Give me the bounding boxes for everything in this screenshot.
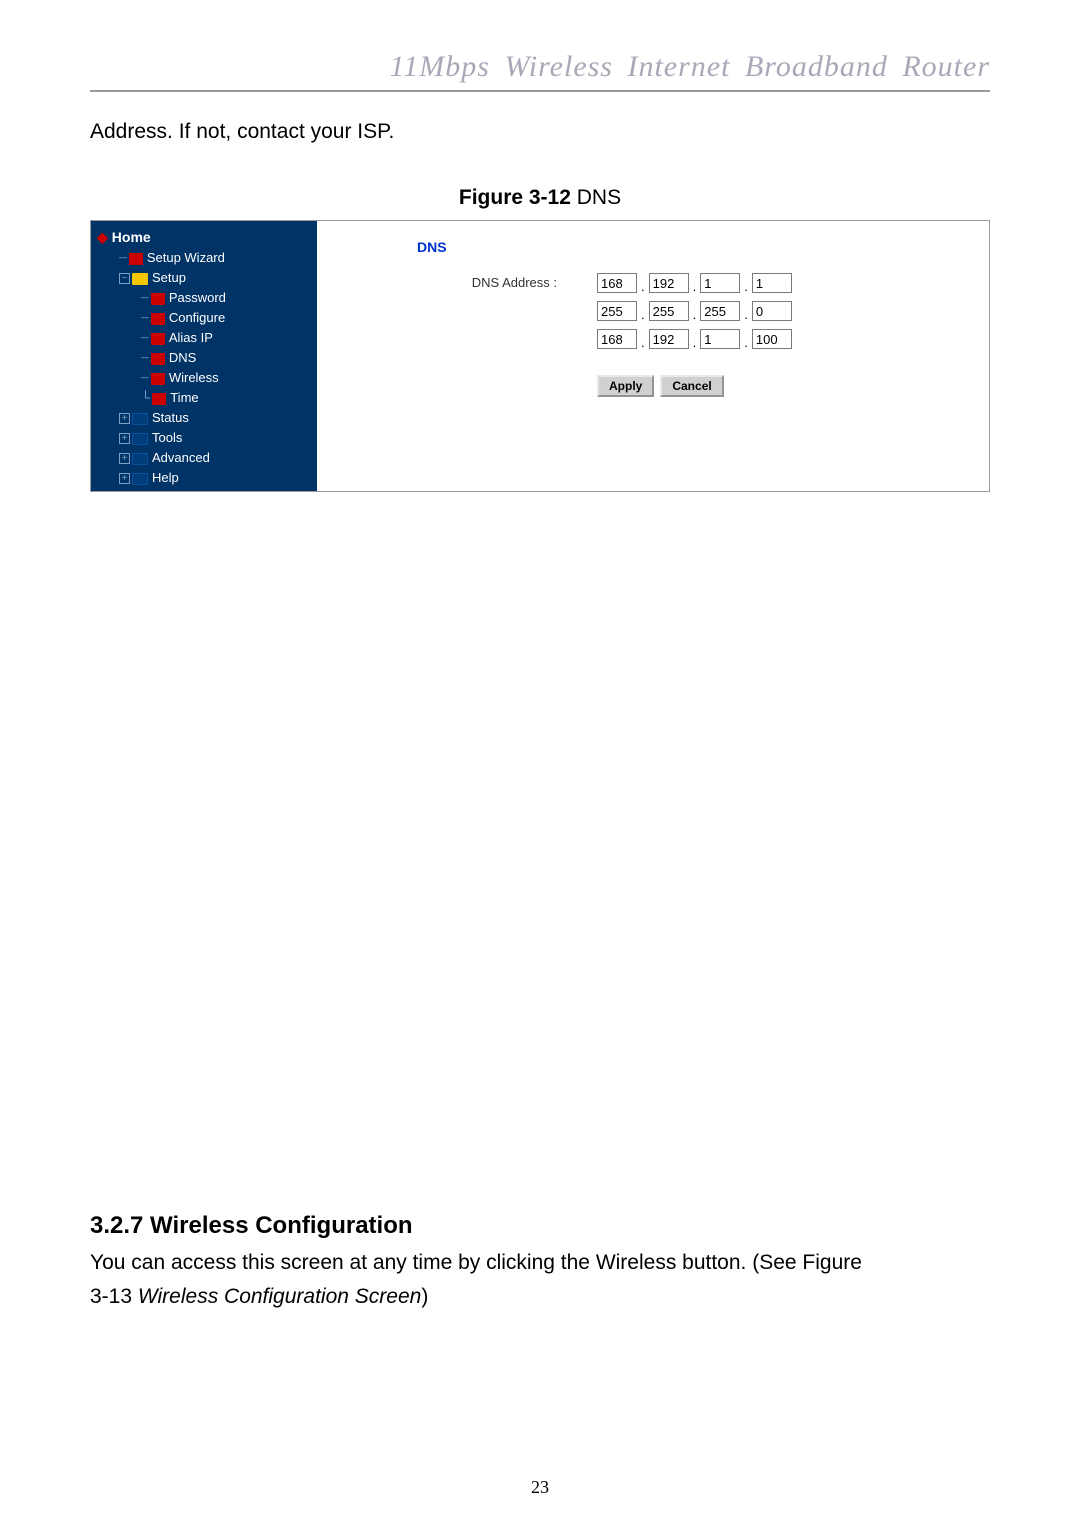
page-number: 23 xyxy=(0,1477,1080,1498)
home-icon: ◆ xyxy=(97,229,108,245)
folder-closed-icon xyxy=(132,433,148,445)
dns-3-octet-3[interactable] xyxy=(700,329,740,349)
panel-title: DNS xyxy=(417,239,969,255)
cancel-button[interactable]: Cancel xyxy=(660,375,723,397)
folder-closed-icon xyxy=(132,413,148,425)
sidebar-item-status[interactable]: + Status xyxy=(97,408,317,428)
sidebar-item-label: Help xyxy=(152,470,179,485)
sidebar-item-dns[interactable]: ┈DNS xyxy=(97,348,317,368)
doc-icon xyxy=(152,393,166,405)
section-heading: 3.2.7 Wireless Configuration xyxy=(90,1212,990,1240)
sidebar-item-label: Advanced xyxy=(152,450,210,465)
dot: . xyxy=(692,279,698,294)
dot: . xyxy=(743,307,749,322)
sidebar-home[interactable]: ◆Home xyxy=(97,229,317,246)
section-body: You can access this screen at any time b… xyxy=(90,1246,990,1313)
sidebar-item-wireless[interactable]: ┈Wireless xyxy=(97,368,317,388)
expand-icon[interactable]: + xyxy=(119,433,130,444)
folder-closed-icon xyxy=(132,453,148,465)
sidebar-item-time[interactable]: └Time xyxy=(97,388,317,408)
sidebar-item-label: Setup Wizard xyxy=(147,250,225,265)
sidebar-item-label: Alias IP xyxy=(169,330,213,345)
doc-icon xyxy=(151,293,165,305)
dns-address-label: DNS Address : xyxy=(417,273,557,290)
sidebar-item-label: Tools xyxy=(152,430,182,445)
sidebar-item-advanced[interactable]: + Advanced xyxy=(97,448,317,468)
dot: . xyxy=(692,307,698,322)
dns-3-octet-2[interactable] xyxy=(649,329,689,349)
dot: . xyxy=(640,307,646,322)
dns-2-octet-4[interactable] xyxy=(752,301,792,321)
figure-caption: Figure 3-12 DNS xyxy=(90,186,990,210)
expand-icon[interactable]: + xyxy=(119,453,130,464)
dns-2-octet-1[interactable] xyxy=(597,301,637,321)
collapse-icon[interactable]: − xyxy=(119,273,130,284)
dns-row-3: . . . xyxy=(597,329,792,349)
figure-caption-bold: Figure 3-12 xyxy=(459,186,571,209)
sidebar-item-alias-ip[interactable]: ┈Alias IP xyxy=(97,328,317,348)
dns-1-octet-3[interactable] xyxy=(700,273,740,293)
section-body-3: ) xyxy=(421,1285,428,1308)
doc-icon xyxy=(151,333,165,345)
sidebar-item-setup-wizard[interactable]: ┈Setup Wizard xyxy=(97,248,317,268)
sidebar-item-label: Wireless xyxy=(169,370,219,385)
sidebar-item-label: Status xyxy=(152,410,189,425)
sidebar-item-label: Password xyxy=(169,290,226,305)
sidebar-item-setup[interactable]: − Setup xyxy=(97,268,317,288)
dot: . xyxy=(743,279,749,294)
home-label: Home xyxy=(112,229,151,245)
dot: . xyxy=(743,335,749,350)
sidebar: ◆Home ┈Setup Wizard − Setup ┈Password ┈Co… xyxy=(91,221,317,491)
section-body-italic: Wireless Configuration Screen xyxy=(138,1285,421,1308)
main-panel: DNS DNS Address : . . . . . . . . xyxy=(317,221,989,491)
doc-icon xyxy=(151,373,165,385)
apply-button[interactable]: Apply xyxy=(597,375,654,397)
dns-1-octet-1[interactable] xyxy=(597,273,637,293)
dns-3-octet-4[interactable] xyxy=(752,329,792,349)
section-body-1: You can access this screen at any time b… xyxy=(90,1251,862,1274)
dns-row-2: . . . xyxy=(597,301,792,321)
doc-icon xyxy=(151,313,165,325)
dns-1-octet-4[interactable] xyxy=(752,273,792,293)
figure-caption-rest: DNS xyxy=(571,186,621,209)
sidebar-item-tools[interactable]: + Tools xyxy=(97,428,317,448)
figure: ◆Home ┈Setup Wizard − Setup ┈Password ┈Co… xyxy=(90,220,990,492)
folder-closed-icon xyxy=(132,473,148,485)
doc-icon xyxy=(129,253,143,265)
sidebar-item-label: DNS xyxy=(169,350,196,365)
dot: . xyxy=(640,279,646,294)
sidebar-item-help[interactable]: + Help xyxy=(97,468,317,488)
sidebar-item-password[interactable]: ┈Password xyxy=(97,288,317,308)
dns-row-1: . . . xyxy=(597,273,792,293)
sidebar-item-label: Configure xyxy=(169,310,225,325)
dns-3-octet-1[interactable] xyxy=(597,329,637,349)
doc-icon xyxy=(151,353,165,365)
expand-icon[interactable]: + xyxy=(119,473,130,484)
section-body-2: 3-13 xyxy=(90,1285,138,1308)
dot: . xyxy=(640,335,646,350)
sidebar-item-label: Setup xyxy=(152,270,186,285)
intro-text: Address. If not, contact your ISP. xyxy=(90,120,990,144)
sidebar-item-configure[interactable]: ┈Configure xyxy=(97,308,317,328)
expand-icon[interactable]: + xyxy=(119,413,130,424)
folder-open-icon xyxy=(132,273,148,285)
sidebar-item-label: Time xyxy=(170,390,198,405)
dns-2-octet-3[interactable] xyxy=(700,301,740,321)
dot: . xyxy=(692,335,698,350)
dns-2-octet-2[interactable] xyxy=(649,301,689,321)
dns-1-octet-2[interactable] xyxy=(649,273,689,293)
page-header: 11Mbps Wireless Internet Broadband Route… xyxy=(90,50,990,92)
